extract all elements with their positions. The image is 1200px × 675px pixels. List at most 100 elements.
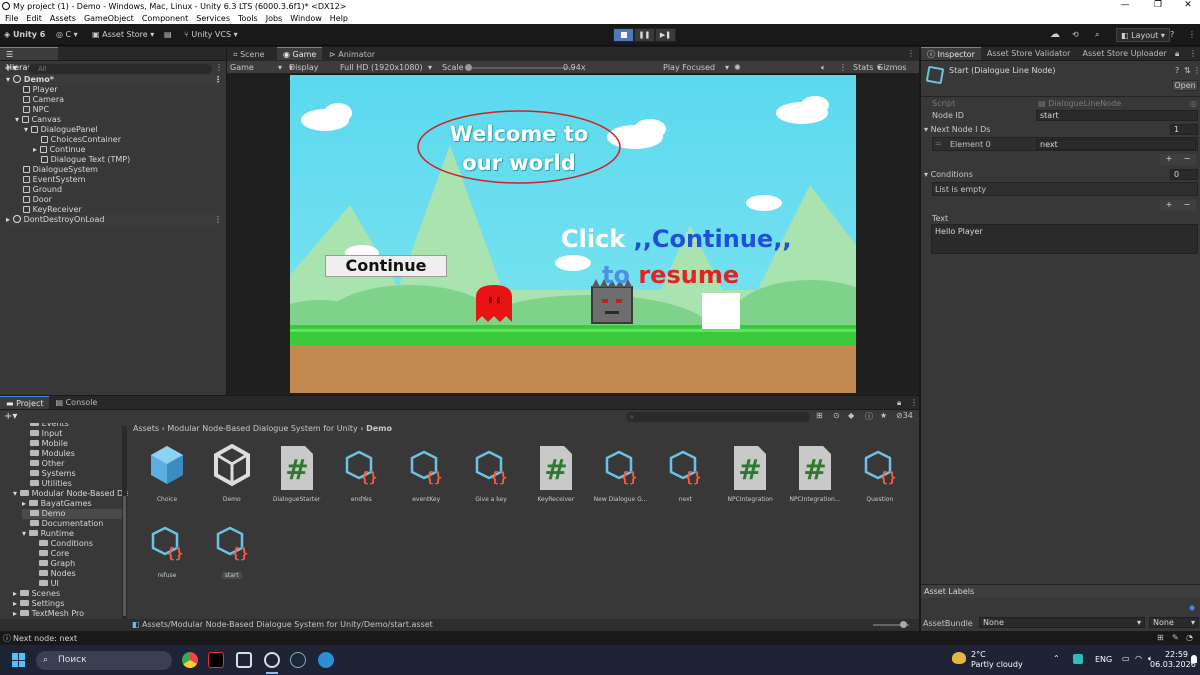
foldout-arrow-icon[interactable] — [15, 105, 23, 114]
tab-asset-store-validator[interactable]: Asset Store Validator — [981, 47, 1077, 60]
foldout-arrow-icon[interactable] — [15, 165, 23, 174]
close-button[interactable]: ✕ — [1173, 0, 1200, 12]
foldout-arrow-icon[interactable] — [15, 185, 23, 194]
tab-console[interactable]: ▤ Console — [49, 396, 103, 409]
gizmos-dropdown[interactable]: Gizmos ▾ — [877, 61, 906, 74]
hierarchy-item[interactable]: Dialogue Text (TMP) — [33, 155, 220, 165]
folder-tree-item[interactable]: UI — [31, 579, 124, 589]
help-icon[interactable]: ? — [1170, 28, 1174, 42]
foldout-arrow-icon[interactable] — [31, 539, 39, 548]
asset-item[interactable]: # KeyReceiver — [524, 444, 588, 508]
menu-tools[interactable]: Tools — [238, 14, 258, 23]
inspector-settings-icon[interactable]: ⇅ — [1184, 66, 1191, 75]
menu-jobs[interactable]: Jobs — [266, 14, 283, 23]
foldout-arrow-icon[interactable] — [33, 135, 41, 144]
folder-tree-item[interactable]: Utilities — [22, 479, 124, 489]
foldout-arrow-icon[interactable] — [31, 569, 39, 578]
hierarchy-item[interactable]: ▾ Demo* ⋮ — [6, 75, 222, 85]
menu-gameobject[interactable]: GameObject — [84, 14, 134, 23]
minimize-button[interactable]: — — [1110, 0, 1140, 12]
tag-filter-icon[interactable]: ◆ — [848, 411, 854, 420]
assetbundle-dropdown[interactable]: None ▾ — [979, 617, 1145, 628]
asset-item[interactable]: {} New Dialogue G... — [589, 444, 653, 508]
menu-file[interactable]: File — [5, 14, 18, 23]
folder-tree-item[interactable]: Input — [22, 429, 124, 439]
hierarchy-item[interactable]: Ground — [15, 185, 220, 195]
hidden-packages-counter[interactable]: ⊘34 — [896, 411, 913, 420]
asset-item[interactable]: # NPCIntegration — [718, 444, 782, 508]
asset-item[interactable]: Choice — [135, 444, 199, 508]
conditions-foldout[interactable]: ▾ Conditions — [924, 169, 973, 180]
tab-project[interactable]: ▬ Project — [0, 396, 50, 409]
breadcrumb-assets[interactable]: Assets — [133, 424, 159, 433]
foldout-arrow-icon[interactable] — [22, 479, 30, 488]
info-icon[interactable]: ⓘ — [865, 411, 873, 422]
tab-animator[interactable]: ⊳ Animator — [323, 48, 381, 61]
stats-button[interactable]: Stats — [853, 61, 873, 74]
windows-start-icon[interactable] — [12, 653, 26, 667]
folder-tree-item[interactable]: ▾ Modular Node-Based Dial — [13, 489, 128, 499]
asset-item[interactable]: # DialogueStarter — [265, 444, 329, 508]
foldout-arrow-icon[interactable]: ▾ — [6, 75, 13, 84]
project-add-button[interactable]: +▾ — [4, 411, 17, 422]
foldout-arrow-icon[interactable]: ▸ — [13, 609, 20, 618]
menu-window[interactable]: Window — [290, 14, 322, 23]
hierarchy-item[interactable]: EventSystem — [15, 175, 220, 185]
foldout-arrow-icon[interactable] — [22, 449, 30, 458]
status-debug-icon[interactable]: ✎ — [1172, 633, 1179, 642]
history-icon[interactable]: ⟲ — [1072, 28, 1079, 42]
search-by-type-icon[interactable]: ⊞ — [816, 411, 823, 420]
foldout-arrow-icon[interactable]: ▸ — [13, 599, 20, 608]
asset-item[interactable]: # NPCIntegration... — [783, 444, 847, 508]
folder-tree-item[interactable]: ▸ Settings — [13, 599, 124, 609]
hierarchy-item[interactable]: ▸ Continue — [33, 145, 220, 155]
account-dropdown[interactable]: ◎ C ▾ — [56, 28, 78, 42]
stats-options-icon[interactable]: ⋮ — [839, 61, 847, 74]
tab-inspector[interactable]: ⓘ Inspector — [921, 47, 981, 60]
folder-tree-item[interactable]: Conditions — [31, 539, 124, 549]
hierarchy-item[interactable]: ▸ DontDestroyOnLoad ⋮ — [6, 215, 222, 225]
tab-hierarchy[interactable]: ☰ Hierarchy — [0, 47, 58, 72]
bug-icon[interactable]: ✺ — [734, 61, 741, 74]
tab-game[interactable]: ◉ Game — [277, 47, 323, 60]
notification-bell-icon[interactable] — [1191, 655, 1197, 663]
foldout-arrow-icon[interactable] — [15, 85, 23, 94]
foldout-arrow-icon[interactable] — [22, 429, 30, 438]
vcs-dropdown[interactable]: ⑂ Unity VCS ▾ — [184, 28, 238, 42]
folder-tree-item[interactable]: ▸ Scenes — [13, 589, 124, 599]
tree-scrollbar-thumb[interactable] — [123, 496, 126, 616]
play-stop-button[interactable] — [613, 28, 634, 42]
icon-size-slider-handle[interactable] — [900, 621, 907, 628]
asset-item[interactable]: {} start — [200, 520, 264, 584]
wifi-icon[interactable]: ◠ — [1135, 654, 1142, 663]
hierarchy-item[interactable]: Player — [15, 85, 220, 95]
foldout-arrow-icon[interactable] — [15, 195, 23, 204]
folder-tree-item[interactable]: Demo — [22, 509, 124, 519]
asset-item[interactable]: {} endYes — [329, 444, 393, 508]
asset-item[interactable]: {} eventKey — [394, 444, 458, 508]
foldout-arrow-icon[interactable] — [31, 549, 39, 558]
menu-assets[interactable]: Assets — [50, 14, 76, 23]
audio-mute-icon[interactable]: 🔈︎ — [821, 61, 826, 74]
center-menu-icon[interactable]: ⋮ — [907, 49, 915, 58]
clock[interactable]: 22:59 06.03.2026 — [1150, 650, 1196, 670]
foldout-arrow-icon[interactable]: ▸ — [13, 589, 20, 598]
scale-slider-handle[interactable] — [465, 64, 472, 71]
folder-tree-item[interactable]: Core — [31, 549, 124, 559]
hierarchy-item[interactable]: DialogueSystem — [15, 165, 220, 175]
tray-app-icon[interactable] — [1073, 654, 1083, 664]
language-indicator[interactable]: ENG — [1095, 655, 1112, 664]
hierarchy-item[interactable]: ▾ Canvas — [15, 115, 220, 125]
conditions-add-button[interactable]: + — [1160, 200, 1178, 211]
display-dropdown[interactable]: Display 1 ▾ — [289, 61, 319, 85]
hierarchy-add-button[interactable]: +▾ — [4, 63, 17, 74]
hierarchy-item[interactable]: ▾ DialoguePanel — [24, 125, 220, 135]
text-area[interactable]: Hello Player — [931, 224, 1198, 254]
next-ids-remove-button[interactable]: − — [1178, 154, 1196, 165]
cloud-icon[interactable]: ☁ — [1050, 28, 1060, 42]
browser-globe-icon[interactable] — [318, 652, 334, 668]
inspector-lock-icon[interactable]: 🔒︎ — [1175, 49, 1179, 59]
pause-button[interactable]: ❚❚ — [634, 28, 655, 42]
favorite-star-icon[interactable]: ★ — [880, 411, 887, 420]
tray-chevron-icon[interactable]: ⌃ — [1053, 654, 1060, 663]
